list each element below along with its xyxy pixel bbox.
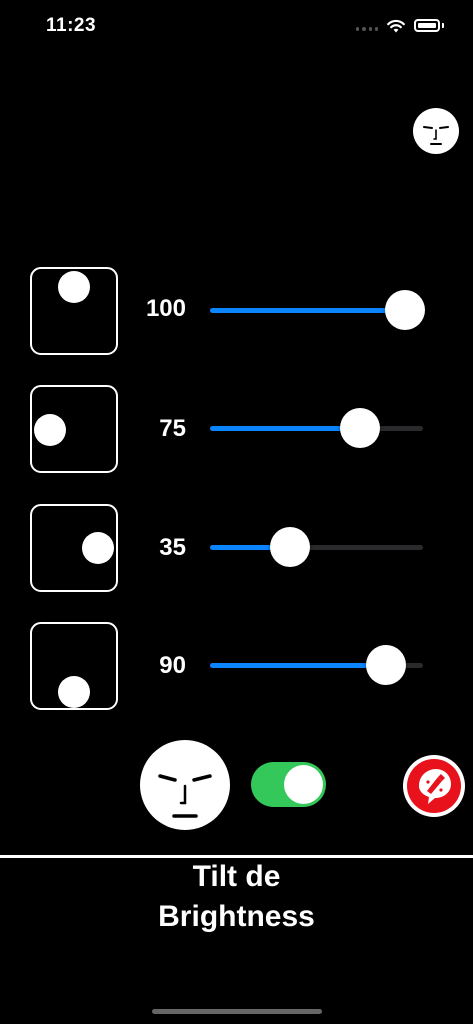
title-line-2: Brightness xyxy=(158,900,315,933)
tilt-dot xyxy=(82,532,114,564)
tilt-dot xyxy=(58,271,90,303)
face-icon[interactable] xyxy=(140,740,230,830)
app-title: Tilt de Brightness xyxy=(0,857,473,937)
slider-thumb[interactable] xyxy=(366,645,406,685)
cellular-signal-icon xyxy=(356,26,378,32)
brightness-slider[interactable] xyxy=(210,290,425,330)
status-time: 11:23 xyxy=(46,15,97,36)
status-bar: 11:23 xyxy=(0,0,473,54)
tilt-dot xyxy=(58,676,90,708)
row-value: 90 xyxy=(159,652,186,679)
slider-thumb[interactable] xyxy=(385,290,425,330)
row-value: 75 xyxy=(159,415,186,442)
slider-thumb[interactable] xyxy=(340,408,380,448)
brightness-slider[interactable] xyxy=(210,527,423,567)
row-value: 35 xyxy=(159,534,186,561)
toggle-knob xyxy=(284,765,323,804)
slider-fill xyxy=(210,308,405,313)
face-icon[interactable] xyxy=(413,108,459,154)
title-line-1: Tilt de xyxy=(192,860,281,893)
face-toggle-switch[interactable] xyxy=(251,762,326,807)
slider-fill xyxy=(210,426,360,431)
wifi-icon xyxy=(387,19,405,33)
slider-fill xyxy=(210,663,386,668)
brightness-slider[interactable] xyxy=(210,408,423,448)
tilt-indicator xyxy=(30,267,118,355)
battery-icon xyxy=(414,19,440,32)
row-value: 100 xyxy=(145,295,186,322)
tilt-row-1: 100 xyxy=(0,267,473,357)
red-record-icon[interactable] xyxy=(401,755,467,817)
home-indicator[interactable] xyxy=(152,1009,322,1014)
tilt-indicator xyxy=(30,504,118,592)
tilt-row-2: 75 xyxy=(0,385,473,475)
tilt-row-4: 90 xyxy=(0,622,473,712)
slider-thumb[interactable] xyxy=(270,527,310,567)
tilt-row-3: 35 xyxy=(0,504,473,594)
tilt-indicator xyxy=(30,622,118,710)
tilt-indicator xyxy=(30,385,118,473)
battery-cap xyxy=(442,23,444,28)
brightness-slider[interactable] xyxy=(210,645,423,685)
tilt-dot xyxy=(34,414,66,446)
